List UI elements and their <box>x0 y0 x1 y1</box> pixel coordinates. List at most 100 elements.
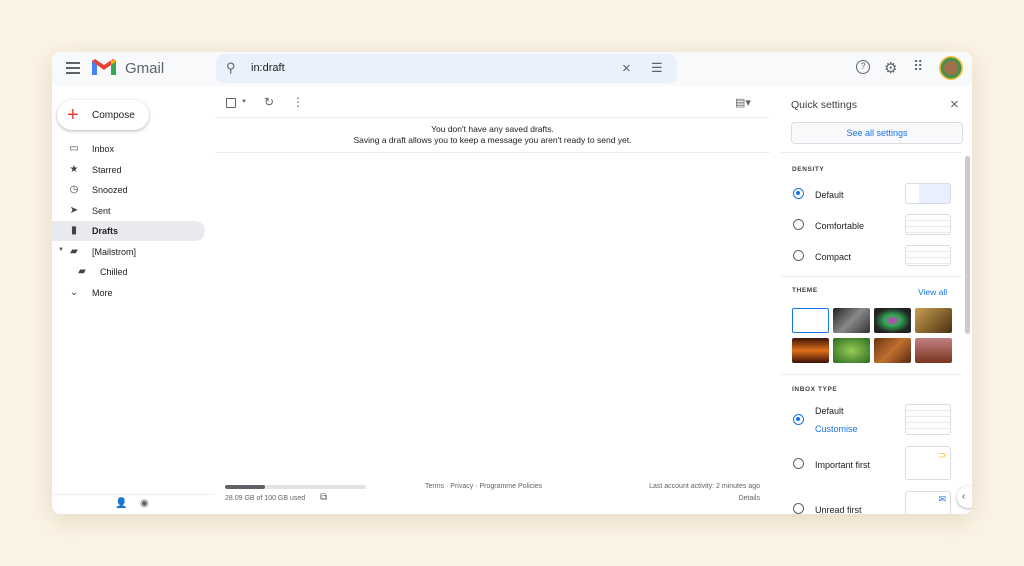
search-icon[interactable]: ⚲ <box>226 60 236 76</box>
header: Gmail ⚲ in:draft × ☰ ? ⚙ ⠿ <box>52 52 972 86</box>
plus-icon: + <box>67 104 79 126</box>
star-icon: ★ <box>69 164 79 175</box>
inbox-type-option[interactable]: Unread first <box>815 505 862 514</box>
empty-state: You don't have any saved drafts. Saving … <box>215 124 770 153</box>
details-link[interactable]: Details <box>739 495 760 502</box>
density-compact-radio[interactable] <box>793 250 804 261</box>
refresh-icon[interactable]: ↻ <box>264 95 274 109</box>
inbox-type-option[interactable]: Important first <box>815 460 870 470</box>
storage-bar-fill <box>225 485 265 489</box>
divider <box>780 276 962 277</box>
label-icon: ▰ <box>70 246 78 257</box>
density-preview <box>905 214 951 235</box>
theme-thumbnail[interactable] <box>915 338 952 363</box>
inbox-unread-radio[interactable] <box>793 503 804 514</box>
theme-thumbnail[interactable] <box>915 308 952 333</box>
envelope-icon: ✉ <box>938 494 946 504</box>
avatar[interactable] <box>939 56 963 80</box>
last-activity: Last account activity: 2 minutes ago <box>649 483 760 490</box>
inbox-type-preview: ⊃ <box>905 446 951 480</box>
inbox-important-radio[interactable] <box>793 458 804 469</box>
search-options-icon[interactable]: ☰ <box>651 60 663 76</box>
density-option[interactable]: Comfortable <box>815 221 864 231</box>
meet-icon[interactable]: ◉ <box>140 498 149 509</box>
theme-thumbnail[interactable] <box>874 338 911 363</box>
main-menu-icon[interactable] <box>66 62 80 74</box>
clear-search-icon[interactable]: × <box>622 60 631 77</box>
inbox-icon: ▭ <box>69 143 79 154</box>
theme-thumbnail[interactable] <box>874 308 911 333</box>
divider <box>52 494 215 495</box>
see-all-settings-button[interactable]: See all settings <box>791 122 963 144</box>
chevron-down-icon: ⌄ <box>69 287 79 298</box>
inbox-type-heading: INBOX TYPE <box>792 386 838 393</box>
density-toggle-icon[interactable]: ▤▾ <box>735 96 751 109</box>
density-preview <box>905 245 951 266</box>
brand-name: Gmail <box>125 60 165 77</box>
density-option[interactable]: Default <box>815 190 844 200</box>
storage-text: 28.09 GB of 100 GB used <box>225 495 306 502</box>
inbox-default-radio[interactable] <box>793 414 804 425</box>
theme-thumbnail[interactable] <box>833 338 870 363</box>
settings-gear-icon[interactable]: ⚙ <box>884 59 897 77</box>
inbox-type-option[interactable]: Default <box>815 406 844 416</box>
nav-label: Drafts <box>92 226 119 236</box>
sidebar: + Compose ▭ Inbox ★ Starred ◷ Snoozed ➤ Sent… <box>52 86 215 514</box>
expand-caret-icon[interactable]: ▼ <box>58 247 64 253</box>
nav-label: More <box>92 288 113 298</box>
nav-label: [Mailstrom] <box>92 247 137 257</box>
sidebar-item-drafts[interactable]: ▮ Drafts <box>52 221 205 241</box>
sidebar-item-mailstrom[interactable]: ▼ ▰ [Mailstrom] <box>52 242 205 262</box>
external-link-icon[interactable]: ⧉ <box>320 492 327 503</box>
theme-default[interactable] <box>792 308 829 333</box>
gmail-logo-icon <box>92 59 116 75</box>
divider <box>780 374 962 375</box>
divider <box>780 152 962 153</box>
theme-thumbnail[interactable] <box>792 338 829 363</box>
quick-settings-panel: Quick settings × See all settings DENSIT… <box>780 86 972 514</box>
sidebar-item-snoozed[interactable]: ◷ Snoozed <box>52 180 205 200</box>
close-icon[interactable]: × <box>950 96 959 113</box>
important-marker-icon: ⊃ <box>938 450 946 460</box>
help-icon[interactable]: ? <box>856 60 870 74</box>
view-all-themes-link[interactable]: View all <box>918 287 947 297</box>
density-heading: DENSITY <box>792 166 825 173</box>
theme-heading: THEME <box>792 287 818 294</box>
search-bar[interactable]: ⚲ in:draft × ☰ <box>216 54 677 83</box>
theme-thumbnail[interactable] <box>833 308 870 333</box>
inbox-type-preview <box>905 404 951 435</box>
label-icon: ▰ <box>78 266 86 277</box>
inbox-type-preview: ✉ <box>905 491 951 514</box>
divider <box>215 117 770 118</box>
scrollbar[interactable] <box>965 156 970 334</box>
sidebar-item-sent[interactable]: ➤ Sent <box>52 201 205 221</box>
side-panel-toggle-icon[interactable]: ‹ <box>957 486 972 508</box>
clock-icon: ◷ <box>69 184 79 195</box>
density-comfortable-radio[interactable] <box>793 219 804 230</box>
nav-label: Starred <box>92 165 122 175</box>
search-input[interactable]: in:draft <box>251 62 285 74</box>
select-all-checkbox[interactable] <box>226 98 236 108</box>
apps-grid-icon[interactable]: ⠿ <box>913 58 923 75</box>
nav-label: Snoozed <box>92 185 128 195</box>
sidebar-item-chilled[interactable]: ▰ Chilled <box>52 262 205 282</box>
sidebar-item-more[interactable]: ⌄ More <box>52 283 205 303</box>
compose-button[interactable]: + Compose <box>57 100 149 130</box>
empty-title: You don't have any saved drafts. <box>431 124 554 134</box>
quick-settings-title: Quick settings <box>791 99 857 111</box>
storage-bar <box>225 485 366 489</box>
customise-link[interactable]: Customise <box>815 424 858 434</box>
empty-subtitle: Saving a draft allows you to keep a mess… <box>353 135 632 145</box>
draft-icon: ▮ <box>71 225 77 236</box>
more-options-icon[interactable]: ⋮ <box>292 95 304 109</box>
density-option[interactable]: Compact <box>815 252 851 262</box>
select-dropdown-icon[interactable]: ▼ <box>241 99 247 105</box>
nav-label: Sent <box>92 206 111 216</box>
contacts-icon[interactable]: 👤 <box>115 498 127 509</box>
sidebar-item-starred[interactable]: ★ Starred <box>52 160 205 180</box>
main-content: ▼ ↻ ⋮ ▤▾ You don't have any saved drafts… <box>215 86 770 514</box>
density-default-radio[interactable] <box>793 188 804 199</box>
nav-label: Chilled <box>100 267 128 277</box>
footer-links[interactable]: Terms · Privacy · Programme Policies <box>425 483 542 490</box>
sidebar-item-inbox[interactable]: ▭ Inbox <box>52 139 205 159</box>
